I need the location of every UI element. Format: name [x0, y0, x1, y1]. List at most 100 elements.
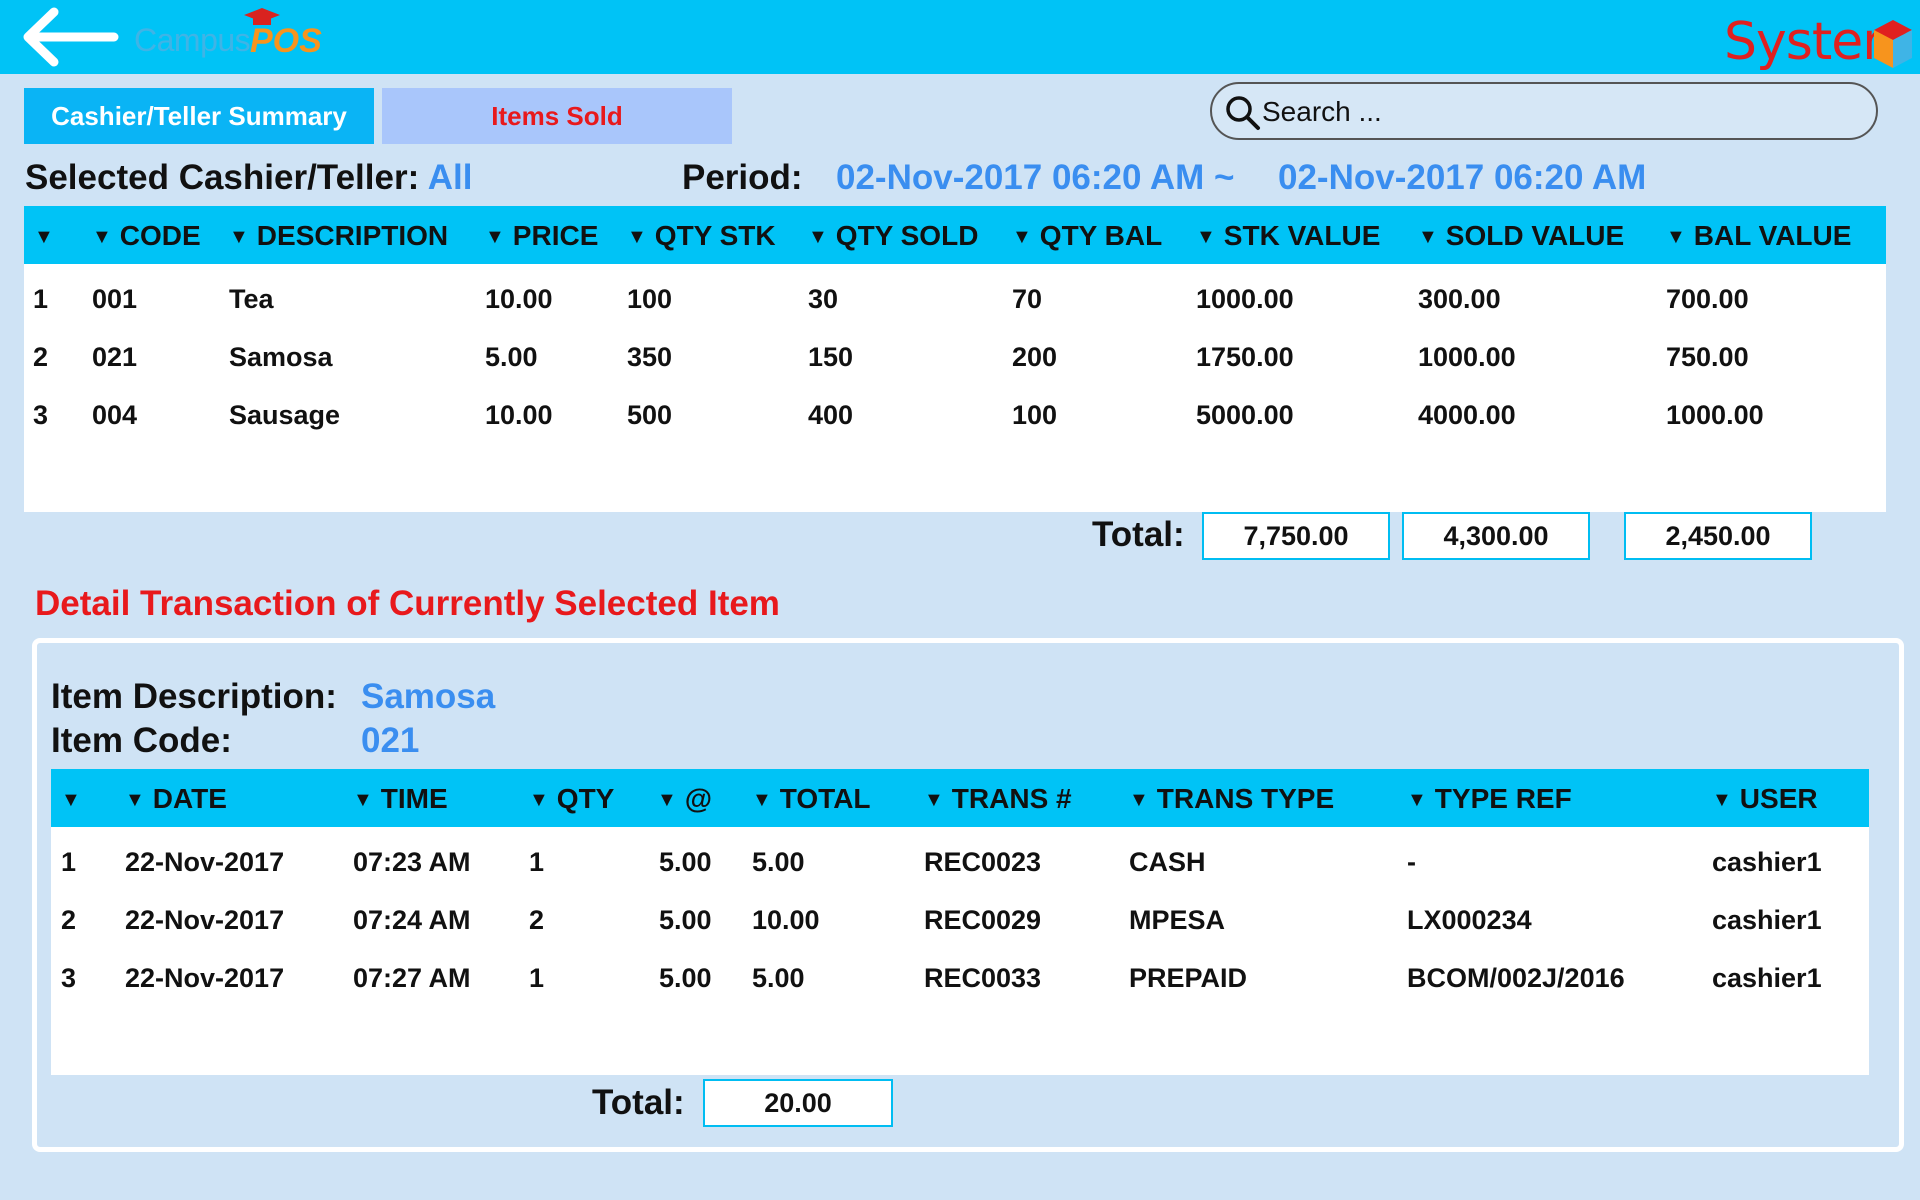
detail-header-qty[interactable]: ▼ QTY — [529, 783, 614, 815]
cube-logo-icon — [1874, 20, 1912, 68]
column-label: BAL VALUE — [1693, 220, 1852, 251]
sort-arrow-icon: ▼ — [924, 789, 944, 811]
detail-header-date[interactable]: ▼ DATE — [125, 783, 227, 815]
search-icon — [1226, 96, 1260, 130]
cell-total: 5.00 — [752, 963, 805, 993]
cell-qty-bal: 100 — [1012, 400, 1058, 430]
items-table-header: ▼ ▼ CODE ▼ DESCRIPTION ▼ PRICE ▼ QTY STK ▼ QTY SOL… — [24, 206, 1886, 264]
cell-index: 2 — [33, 342, 49, 372]
items-total-label: Total: — [1092, 515, 1185, 554]
cell-qty-sold: 400 — [808, 400, 854, 430]
items-header-sold-value[interactable]: ▼ SOLD VALUE — [1418, 220, 1624, 252]
cell-stk-value: 5000.00 — [1196, 400, 1294, 430]
cell-sold-value: 4000.00 — [1418, 400, 1516, 430]
items-header-code[interactable]: ▼ CODE — [92, 220, 201, 252]
cell-bal-value: 700.00 — [1666, 284, 1749, 314]
column-label: PRICE — [512, 220, 599, 251]
sort-arrow-icon: ▼ — [1666, 226, 1686, 248]
period-from[interactable]: 02-Nov-2017 06:20 AM ~ — [836, 158, 1234, 198]
sort-arrow-icon: ▼ — [1712, 789, 1732, 811]
sort-arrow-icon: ▼ — [1196, 226, 1216, 248]
tab-cashier-teller-summary[interactable]: Cashier/Teller Summary — [24, 88, 374, 144]
total-bal-value: 2,450.00 — [1624, 512, 1812, 560]
cell-qty-stk: 100 — [627, 284, 673, 314]
cell-index: 2 — [61, 905, 77, 935]
cashier-value[interactable]: All — [428, 158, 473, 197]
cell-trans-type: PREPAID — [1129, 963, 1248, 993]
cell-code: 001 — [92, 284, 138, 314]
detail-header-trans-no[interactable]: ▼ TRANS # — [924, 783, 1072, 815]
detail-header-index[interactable]: ▼ — [61, 783, 89, 815]
column-label: CODE — [119, 220, 201, 251]
search-box[interactable] — [1210, 82, 1878, 140]
cell-index: 1 — [33, 284, 49, 314]
table-row[interactable]: 2 021 Samosa 5.00 350 150 200 1750.00 1000.00 750… — [24, 332, 1886, 390]
items-header-description[interactable]: ▼ DESCRIPTION — [229, 220, 448, 252]
sort-arrow-icon: ▼ — [229, 226, 249, 248]
table-row[interactable]: 2 22-Nov-2017 07:24 AM 2 5.00 10.00 REC0029 MPE… — [51, 895, 1869, 953]
transactions-table: ▼ ▼ DATE ▼ TIME ▼ QTY ▼ @ ▼ TOTAL ▼ TRANS # ▼ TRANS TY… — [51, 769, 1869, 1075]
cell-time: 07:23 AM — [353, 847, 471, 877]
table-row[interactable]: 3 004 Sausage 10.00 500 400 100 5000.00 4000.00 1… — [24, 390, 1886, 448]
items-header-bal-value[interactable]: ▼ BAL VALUE — [1666, 220, 1851, 252]
cell-qty-stk: 500 — [627, 400, 673, 430]
detail-header-trans-type[interactable]: ▼ TRANS TYPE — [1129, 783, 1334, 815]
column-label: DESCRIPTION — [256, 220, 449, 251]
cell-type-ref: - — [1407, 847, 1416, 877]
sort-arrow-icon: ▼ — [1129, 789, 1149, 811]
detail-header-unit-price[interactable]: ▼ @ — [657, 783, 712, 815]
sort-arrow-icon: ▼ — [61, 789, 81, 811]
sort-arrow-icon: ▼ — [657, 789, 677, 811]
detail-header-type-ref[interactable]: ▼ TYPE REF — [1407, 783, 1572, 815]
cell-qty-sold: 150 — [808, 342, 854, 372]
items-header-price[interactable]: ▼ PRICE — [485, 220, 598, 252]
item-description-label: Item Description: — [51, 677, 337, 716]
cell-time: 07:24 AM — [353, 905, 471, 935]
total-stk-value: 7,750.00 — [1202, 512, 1390, 560]
sort-arrow-icon: ▼ — [92, 226, 112, 248]
total-sold-value: 4,300.00 — [1402, 512, 1590, 560]
cell-stk-value: 1000.00 — [1196, 284, 1294, 314]
detail-header-user[interactable]: ▼ USER — [1712, 783, 1818, 815]
sort-arrow-icon: ▼ — [1407, 789, 1427, 811]
cell-qty: 1 — [529, 963, 545, 993]
items-header-stk-value[interactable]: ▼ STK VALUE — [1196, 220, 1380, 252]
items-header-index[interactable]: ▼ — [34, 220, 62, 252]
tab-items-sold[interactable]: Items Sold — [382, 88, 732, 144]
cell-price: 10.00 — [485, 400, 553, 430]
table-row[interactable]: 1 001 Tea 10.00 100 30 70 1000.00 300.00 700.00 — [24, 274, 1886, 332]
column-label: QTY — [556, 783, 615, 814]
items-header-qty-sold[interactable]: ▼ QTY SOLD — [808, 220, 978, 252]
cell-description: Tea — [229, 284, 274, 314]
detail-header-total[interactable]: ▼ TOTAL — [752, 783, 871, 815]
cell-price: 10.00 — [485, 284, 553, 314]
back-arrow-icon[interactable] — [20, 6, 120, 68]
items-sold-table: ▼ ▼ CODE ▼ DESCRIPTION ▼ PRICE ▼ QTY STK ▼ QTY SOL… — [24, 206, 1886, 512]
detail-header-time[interactable]: ▼ TIME — [353, 783, 448, 815]
column-label: TRANS # — [951, 783, 1072, 814]
column-label: SOLD VALUE — [1445, 220, 1625, 251]
items-header-qty-stk[interactable]: ▼ QTY STK — [627, 220, 776, 252]
sort-arrow-icon: ▼ — [34, 226, 54, 248]
column-label: TRANS TYPE — [1156, 783, 1335, 814]
column-label: TOTAL — [779, 783, 871, 814]
table-row[interactable]: 3 22-Nov-2017 07:27 AM 1 5.00 5.00 REC0033 PREP… — [51, 953, 1869, 1011]
sort-arrow-icon: ▼ — [1012, 226, 1032, 248]
cell-type-ref: BCOM/002J/2016 — [1407, 963, 1625, 993]
cell-description: Sausage — [229, 400, 341, 430]
column-label: STK VALUE — [1223, 220, 1381, 251]
cell-user: cashier1 — [1712, 905, 1822, 935]
column-label: DATE — [152, 783, 227, 814]
period-label: Period: — [682, 158, 803, 197]
detail-total-value: 20.00 — [703, 1079, 893, 1127]
period-to[interactable]: 02-Nov-2017 06:20 AM — [1278, 158, 1646, 198]
sort-arrow-icon: ▼ — [485, 226, 505, 248]
items-header-qty-bal[interactable]: ▼ QTY BAL — [1012, 220, 1162, 252]
column-label: QTY SOLD — [835, 220, 979, 251]
sort-arrow-icon: ▼ — [125, 789, 145, 811]
item-code-value: 021 — [361, 721, 420, 760]
top-bar: Campus POS System — [0, 0, 1920, 74]
search-input[interactable] — [1262, 92, 1852, 132]
table-row[interactable]: 1 22-Nov-2017 07:23 AM 1 5.00 5.00 REC0023 CASH… — [51, 837, 1869, 895]
cell-code: 021 — [92, 342, 138, 372]
